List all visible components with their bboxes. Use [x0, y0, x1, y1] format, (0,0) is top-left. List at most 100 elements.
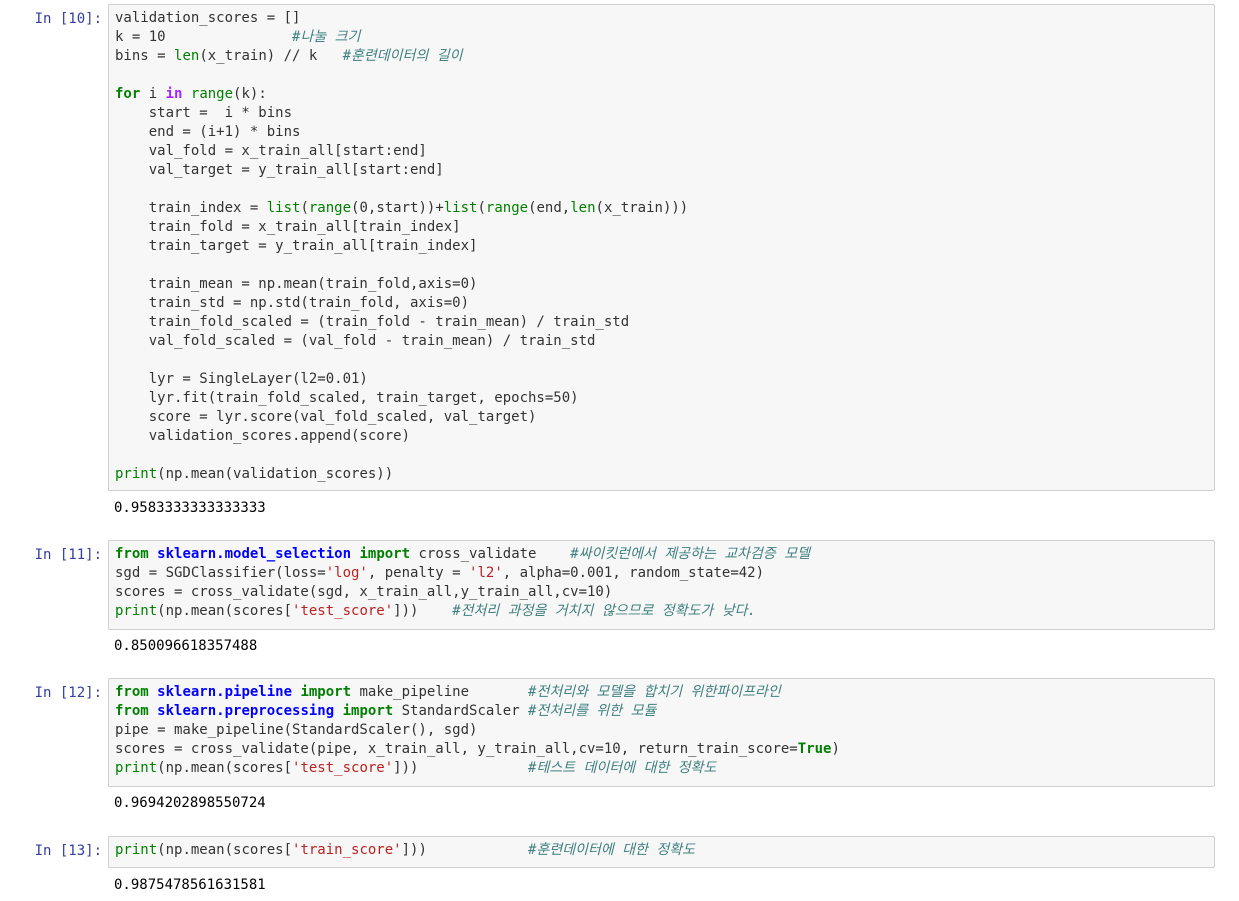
code-editor[interactable]: from sklearn.pipeline import make_pipeli… — [109, 679, 1214, 782]
code-line: bins = len(x_train) // k #훈련데이터의 길이 — [115, 47, 1208, 66]
code-token: StandardScaler — [393, 703, 529, 719]
code-token: import — [342, 703, 394, 719]
code-token: import — [359, 546, 411, 562]
code-line: lyr.fit(train_fold_scaled, train_target,… — [115, 389, 1208, 408]
code-token: (np.mean(validation_scores)) — [157, 466, 394, 482]
code-token: score = lyr.score(val_fold_scaled, val_t… — [115, 409, 537, 425]
code-line: train_index = list(range(0,start))+list(… — [115, 199, 1208, 218]
code-input-area[interactable]: from sklearn.model_selection import cros… — [108, 540, 1215, 630]
code-token: (np.mean(scores[ — [157, 603, 293, 619]
code-token: True — [797, 741, 832, 757]
code-token: validation_scores.append(score) — [115, 428, 411, 444]
code-token: sklearn.model_selection — [157, 546, 352, 562]
code-token: print — [115, 466, 158, 482]
code-comment: #싸이킷런에서 제공하는 교차검증 모델 — [570, 546, 810, 562]
code-token: print — [115, 842, 158, 858]
code-token: i — [140, 86, 166, 102]
code-comment: #훈련데이터에 대한 정확도 — [528, 842, 695, 858]
code-token: scores = cross_validate(pipe, x_train_al… — [115, 741, 798, 757]
code-token: ])) — [401, 842, 529, 858]
code-token: list — [266, 200, 301, 216]
code-token: validation_scores = [] — [115, 10, 301, 26]
code-token: lyr.fit(train_fold_scaled, train_target,… — [115, 390, 579, 406]
cell-output: 0.9875478561631581 — [114, 877, 266, 893]
code-line: score = lyr.score(val_fold_scaled, val_t… — [115, 408, 1208, 427]
code-token: pipe = make_pipeline(StandardScaler(), s… — [115, 722, 478, 738]
cell-output: 0.9694202898550724 — [114, 795, 266, 811]
input-prompt: In [12]: — [34, 685, 102, 701]
code-line: validation_scores.append(score) — [115, 427, 1208, 446]
code-token: val_fold = x_train_all[start:end] — [115, 143, 427, 159]
code-token: 'test_score' — [292, 760, 394, 776]
code-token: k = 10 — [115, 29, 293, 45]
code-line: scores = cross_validate(pipe, x_train_al… — [115, 740, 1208, 759]
code-token: train_mean = np.mean(train_fold,axis=0) — [115, 276, 478, 292]
code-line: print(np.mean(scores['train_score'])) #훈… — [115, 841, 1208, 860]
code-token: ) — [831, 741, 840, 757]
code-line: train_std = np.std(train_fold, axis=0) — [115, 294, 1208, 313]
code-token: 'train_score' — [292, 842, 402, 858]
code-token: range — [190, 86, 234, 102]
code-token: (x_train) // k — [199, 48, 343, 64]
code-editor[interactable]: validation_scores = [] k = 10 #나눌 크기 bins … — [109, 5, 1214, 488]
code-line: for i in range(k): — [115, 85, 1208, 104]
code-token: cross_validate — [410, 546, 571, 562]
input-prompt: In [10]: — [34, 11, 102, 27]
code-line: validation_scores = [] — [115, 9, 1208, 28]
code-token: train_fold_scaled = (train_fold - train_… — [115, 314, 630, 330]
code-token: (np.mean(scores[ — [157, 842, 293, 858]
code-token: , alpha=0.001, random_state=42) — [502, 565, 765, 581]
code-token: ( — [477, 200, 486, 216]
code-comment: #전처리를 위한 모듈 — [528, 703, 657, 719]
code-line: val_fold = x_train_all[start:end] — [115, 142, 1208, 161]
code-token: import — [300, 684, 352, 700]
code-token: train_std = np.std(train_fold, axis=0) — [115, 295, 470, 311]
code-token: for — [115, 86, 141, 102]
code-token: sklearn.pipeline — [157, 684, 293, 700]
code-token: 'test_score' — [292, 603, 394, 619]
code-line: print(np.mean(scores['test_score'])) #전처… — [115, 602, 1208, 621]
code-line: from sklearn.preprocessing import Standa… — [115, 702, 1208, 721]
code-token: range — [485, 200, 529, 216]
cell-output: 0.9583333333333333 — [114, 500, 266, 516]
code-comment: #테스트 데이터에 대한 정확도 — [528, 760, 717, 776]
code-token: (0,start))+ — [351, 200, 444, 216]
code-token: (end, — [528, 200, 571, 216]
code-line: pipe = make_pipeline(StandardScaler(), s… — [115, 721, 1208, 740]
code-input-area[interactable]: from sklearn.pipeline import make_pipeli… — [108, 678, 1215, 787]
code-input-area[interactable]: print(np.mean(scores['train_score'])) #훈… — [108, 836, 1215, 868]
code-token: sgd = SGDClassifier(loss= — [115, 565, 326, 581]
code-input-area[interactable]: validation_scores = [] k = 10 #나눌 크기 bins … — [108, 4, 1215, 491]
code-token: ( — [300, 200, 309, 216]
code-token: len — [570, 200, 596, 216]
code-line: k = 10 #나눌 크기 — [115, 28, 1208, 47]
code-token: , penalty = — [367, 565, 470, 581]
code-token: bins = — [115, 48, 175, 64]
code-token: scores = cross_validate(sgd, x_train_all… — [115, 584, 613, 600]
code-comment: #전처리와 모델을 합치기 위한파이프라인 — [528, 684, 781, 700]
code-token: start = i * bins — [115, 105, 293, 121]
code-line: scores = cross_validate(sgd, x_train_all… — [115, 583, 1208, 602]
input-prompt: In [11]: — [34, 547, 102, 563]
code-line: print(np.mean(validation_scores)) — [115, 465, 1208, 484]
code-token: print — [115, 760, 158, 776]
code-token: sklearn.preprocessing — [157, 703, 335, 719]
code-comment: #훈련데이터의 길이 — [342, 48, 463, 64]
code-line: start = i * bins — [115, 104, 1208, 123]
code-line: from sklearn.model_selection import cros… — [115, 545, 1208, 564]
code-comment: #전처리 과정을 거치지 않으므로 정확도가 낮다. — [452, 603, 756, 619]
code-editor[interactable]: print(np.mean(scores['train_score'])) #훈… — [109, 837, 1214, 864]
code-line: from sklearn.pipeline import make_pipeli… — [115, 683, 1208, 702]
code-line: train_fold = x_train_all[train_index] — [115, 218, 1208, 237]
code-editor[interactable]: from sklearn.model_selection import cros… — [109, 541, 1214, 625]
code-token: ])) — [393, 603, 453, 619]
code-token: from — [115, 546, 149, 562]
code-token: 'l2' — [469, 565, 503, 581]
